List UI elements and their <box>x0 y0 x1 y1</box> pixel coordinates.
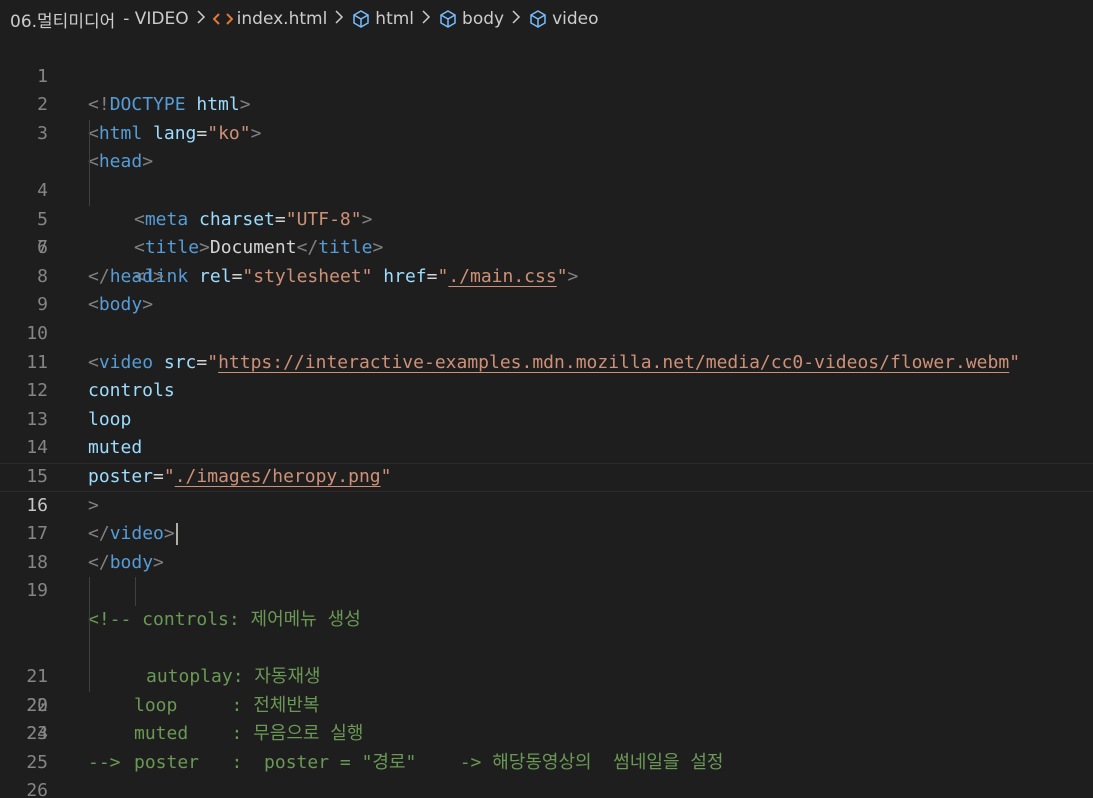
code-line-21[interactable]: 21 loop : 전체반복 <box>0 605 1093 716</box>
code-line-2[interactable]: 2 <html lang="ko"> <box>0 63 1093 144</box>
code-line-14[interactable]: 14 poster="./images/heropy.png" <box>0 406 1093 487</box>
indent-guide <box>89 663 90 692</box>
html-file-icon <box>212 12 233 26</box>
code-line-13[interactable]: 13 muted <box>0 377 1093 459</box>
breadcrumb-symbol-label: html <box>375 9 415 29</box>
indent-guide <box>89 634 90 664</box>
indent-guide <box>89 577 90 606</box>
code-line-19[interactable]: 19 <!-- controls: 제어메뉴 생성 <box>0 549 1093 630</box>
code-line-18[interactable]: 18 <box>0 520 1093 573</box>
breadcrumb-symbol-html[interactable]: html <box>351 9 414 29</box>
indent-guide <box>135 577 136 606</box>
indent-guide <box>89 605 90 635</box>
indent-guide <box>89 148 90 177</box>
code-line-10[interactable]: 10 <video src="https://interactive-examp… <box>0 291 1093 373</box>
code-line-17[interactable]: 17 </body> <box>0 492 1093 573</box>
breadcrumb-symbol-label: body <box>462 9 505 29</box>
code-line-16[interactable]: 16 </video> <box>0 463 1093 546</box>
code-editor[interactable]: 1 <!DOCTYPE html> 2 <html lang="ko"> 3 <… <box>0 34 1093 798</box>
code-line-7[interactable]: 7 </head> <box>0 206 1093 287</box>
code-line-3[interactable]: 3 <head> <box>0 91 1093 173</box>
breadcrumb-folder[interactable]: 06.멀티미디어 - VIDEO <box>10 7 189 32</box>
code-line-24[interactable]: 24 --> <box>0 692 1093 773</box>
code-line-4[interactable]: 4 <meta charset="UTF-8"> <box>0 119 1093 230</box>
code-line-12[interactable]: 12 loop <box>0 349 1093 430</box>
code-line-9[interactable]: 9 <box>0 263 1093 315</box>
code-line-20[interactable]: autoplay: 자동재생 20 <box>0 577 1093 716</box>
code-line-15[interactable]: 15 > <box>0 434 1093 516</box>
chevron-right-icon <box>327 10 351 28</box>
breadcrumb-file[interactable]: index.html <box>212 9 328 29</box>
chevron-right-icon <box>189 10 213 28</box>
cube-symbol-icon <box>438 9 458 29</box>
code-line-23[interactable]: 23 poster : poster = "경로" -> 해당동영상의 썸네일을… <box>0 663 1093 773</box>
breadcrumb-subfolder-label: - VIDEO <box>123 9 189 29</box>
indent-guide <box>89 119 90 149</box>
chevron-right-icon <box>504 10 528 28</box>
breadcrumb-symbol-body[interactable]: body <box>438 9 504 29</box>
code-line-11[interactable]: 11 controls <box>0 320 1093 402</box>
breadcrumb-symbol-label: video <box>552 9 599 29</box>
cube-symbol-icon <box>528 9 548 29</box>
code-line-25[interactable]: 25 <box>0 720 1093 773</box>
breadcrumb-file-label: index.html <box>236 9 328 29</box>
line-number: 26 <box>26 780 48 798</box>
breadcrumb-symbol-video[interactable]: video <box>528 9 599 29</box>
code-line-22[interactable]: 22 muted : 무음으로 실행 <box>0 634 1093 744</box>
code-line-1[interactable]: 1 <!DOCTYPE html> <box>0 34 1093 116</box>
breadcrumb-folder-label: 06.멀티미디어 <box>10 11 116 32</box>
indent-guide <box>89 176 90 206</box>
chevron-right-icon <box>414 10 438 28</box>
code-line-6[interactable]: 6 <link rel="stylesheet" href="./main.cs… <box>0 176 1093 287</box>
cube-symbol-icon <box>351 9 371 29</box>
code-line-5[interactable]: 5 <title>Document</title> <box>0 148 1093 258</box>
breadcrumb: 06.멀티미디어 - VIDEO index.html html body vi… <box>0 0 1093 38</box>
code-line-26[interactable]: 26 </html> <box>0 749 1093 798</box>
code-line-8[interactable]: 8 <body> <box>0 234 1093 316</box>
